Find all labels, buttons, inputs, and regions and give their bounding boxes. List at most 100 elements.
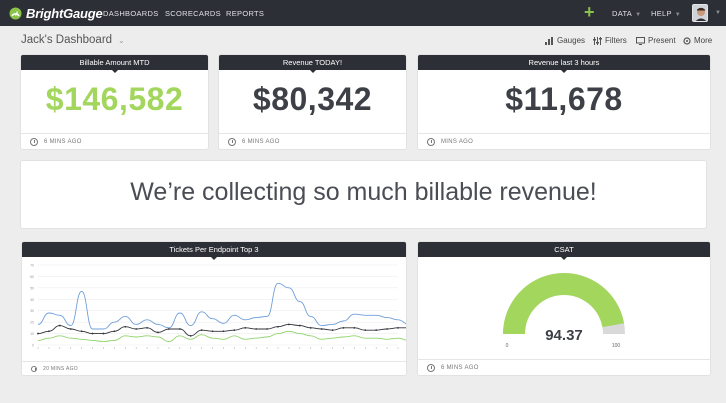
present-label: Present	[648, 36, 676, 45]
avatar-caret-icon[interactable]: ▼	[715, 10, 721, 16]
more-button[interactable]: More	[683, 36, 712, 45]
series-point	[124, 325, 127, 328]
more-label: More	[694, 36, 713, 45]
series-point	[80, 330, 83, 333]
clock-icon	[228, 137, 236, 146]
nav-reports[interactable]: REPORTS	[226, 9, 264, 18]
filters-button[interactable]: Filters	[593, 36, 627, 45]
revenue-today-value: $80,342	[252, 81, 373, 117]
series-point	[135, 328, 138, 330]
widget-footer: 6 MINS AGO	[21, 133, 208, 149]
widget-header: Revenue last 3 hours	[418, 55, 710, 73]
widget-header: Revenue TODAY!	[219, 55, 406, 73]
revenue-last-3-hours-widget[interactable]: Revenue last 3 hours $11,678 MINS AGO	[418, 55, 710, 149]
revenue-3h-value: $11,678	[505, 81, 623, 117]
series-point	[364, 329, 367, 332]
series-point	[244, 326, 247, 329]
y-tick-label: 70	[30, 264, 34, 268]
last-updated: 20 MINS AGO	[43, 365, 78, 372]
filter-sliders-icon	[593, 36, 602, 45]
series-point	[69, 328, 72, 330]
series-point	[320, 328, 323, 330]
series-point	[386, 328, 388, 330]
clock-icon	[427, 137, 435, 146]
billable-amount-widget[interactable]: Billable Amount MTD $146,582 6 MINS AGO	[21, 55, 208, 149]
last-updated: 6 MINS AGO	[44, 138, 82, 145]
y-tick-label: 30	[30, 309, 34, 313]
y-tick-label: 60	[30, 275, 34, 279]
series-point	[331, 329, 334, 332]
widget-header: CSAT	[418, 242, 710, 260]
dashboard-title: Jack's Dashboard	[21, 34, 113, 46]
widget-footer: 6 MINS AGO	[418, 359, 710, 375]
y-tick-label: 40	[30, 298, 34, 302]
gauge: 94.37 0 100	[503, 273, 625, 349]
bar-chart-icon	[545, 36, 553, 45]
avatar-image	[693, 5, 707, 21]
clock-icon	[427, 363, 435, 372]
nav-data-label: DATA	[612, 9, 633, 18]
nav-help-label: HELP	[651, 9, 672, 18]
series-point	[200, 329, 203, 332]
text-banner-widget[interactable]: We’re collecting so much billable revenu…	[21, 161, 706, 228]
series-point	[309, 326, 312, 329]
tickets-per-endpoint-widget[interactable]: Tickets Per Endpoint Top 3 0 10 20 30 40 50 60…	[22, 242, 406, 375]
series-point	[211, 330, 214, 333]
series-point	[277, 325, 279, 328]
widget-footer: 6 MINS AGO	[219, 133, 406, 149]
nav-scorecards[interactable]: SCORECARDS	[165, 9, 221, 18]
dashboard-selector[interactable]: Jack's Dashboard ⌄	[21, 34, 125, 46]
nav-dashboards[interactable]: DASHBOARDS	[103, 9, 159, 18]
series-point	[168, 328, 170, 330]
top-nav: BrightGauge DASHBOARDS SCORECARDS REPORT…	[0, 0, 726, 26]
series-point	[189, 334, 192, 337]
y-tick-label: 50	[30, 286, 34, 290]
widget-footer: MINS AGO	[418, 133, 710, 149]
series-point	[233, 329, 236, 332]
series-point	[178, 328, 181, 330]
monitor-icon	[636, 36, 645, 45]
series-point	[288, 323, 290, 326]
series-point	[91, 332, 94, 335]
caret-down-icon: ▼	[674, 12, 682, 18]
user-avatar[interactable]	[692, 4, 708, 22]
gauges-button[interactable]: Gauges	[545, 36, 585, 45]
series-point	[37, 332, 39, 335]
brand-logo[interactable]: BrightGauge	[9, 6, 103, 21]
clock-icon	[30, 137, 38, 146]
series-point	[397, 326, 399, 329]
revenue-today-widget[interactable]: Revenue TODAY! $80,342 6 MINS AGO	[219, 55, 406, 149]
series-point	[146, 326, 148, 329]
nav-data[interactable]: DATA ▼	[612, 9, 641, 18]
widget-footer: 20 MINS AGO	[22, 361, 406, 375]
series-point	[255, 328, 258, 330]
present-button[interactable]: Present	[636, 36, 676, 45]
line-chart: 0 10 20 30 40 50 60 70	[30, 264, 406, 349]
series-point	[375, 329, 378, 332]
nav-help[interactable]: HELP ▼	[651, 9, 681, 18]
series-point	[102, 332, 105, 335]
series-point	[342, 326, 345, 329]
filters-label: Filters	[605, 36, 627, 45]
y-tick-label: 10	[30, 332, 34, 336]
y-tick-label: 0	[32, 344, 34, 348]
clock-icon	[31, 365, 37, 372]
series-point	[266, 328, 268, 330]
brightgauge-logo-icon	[9, 7, 22, 19]
gauge-max-label: 100	[612, 343, 621, 349]
chevron-down-icon: ⌄	[118, 36, 125, 45]
last-updated: MINS AGO	[441, 138, 474, 145]
caret-down-icon: ▼	[635, 12, 642, 18]
add-icon[interactable]: +	[584, 2, 595, 22]
series-point	[353, 326, 356, 329]
banner-text: We’re collecting so much billable revenu…	[130, 178, 597, 206]
widget-header: Tickets Per Endpoint Top 3	[22, 242, 406, 260]
billable-amount-value: $146,582	[45, 81, 184, 117]
csat-widget[interactable]: CSAT 94.37 0 100 6 MINS AGO	[418, 242, 710, 375]
series-point	[157, 331, 159, 334]
gear-icon	[683, 36, 691, 45]
series-point	[113, 330, 116, 333]
logo-text: BrightGauge	[26, 5, 103, 21]
gauges-label: Gauges	[557, 36, 586, 45]
last-updated: 6 MINS AGO	[441, 364, 479, 371]
